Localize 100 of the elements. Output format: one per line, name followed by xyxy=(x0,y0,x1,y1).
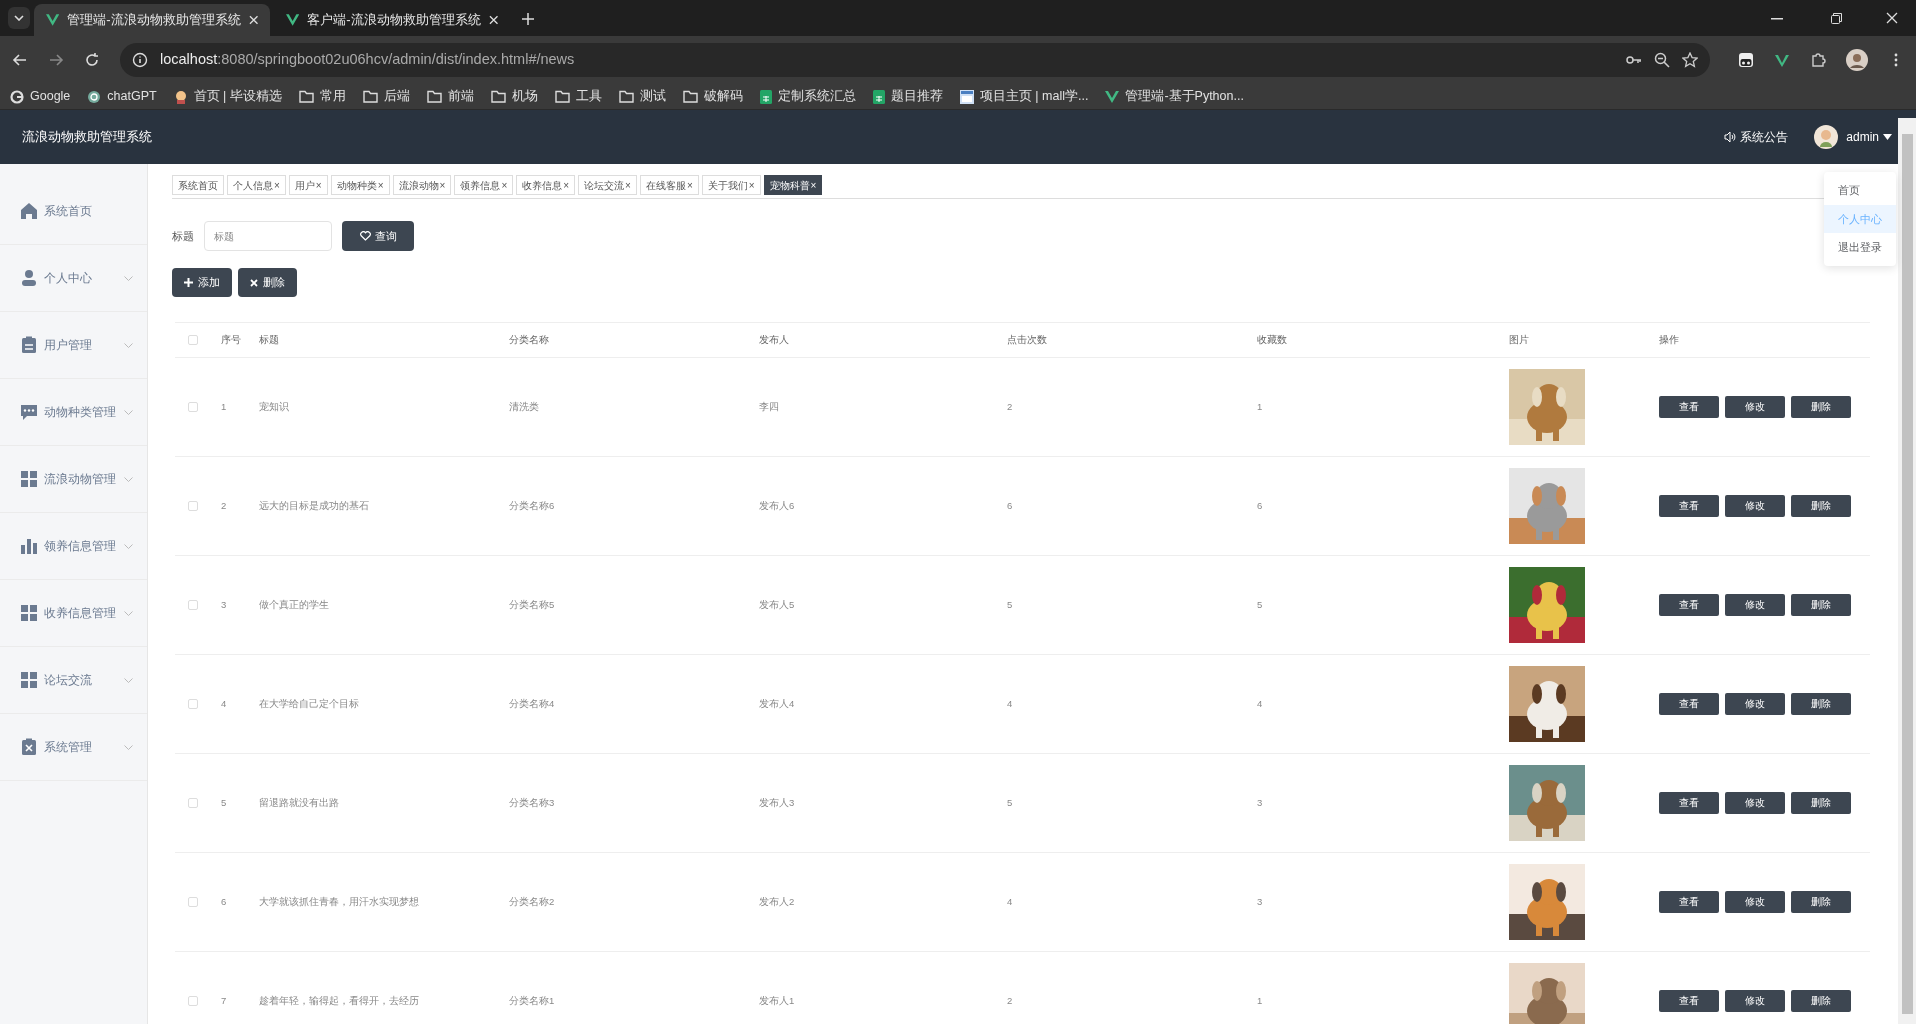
checkbox[interactable] xyxy=(188,798,198,808)
page-tag[interactable]: 宠物科普× xyxy=(763,175,823,195)
browser-tab[interactable]: 管理端-流浪动物救助管理系统 xyxy=(34,4,270,36)
row-action-button[interactable]: 修改 xyxy=(1725,990,1785,1012)
checkbox[interactable] xyxy=(188,996,198,1006)
site-info-icon[interactable] xyxy=(132,52,148,68)
forward-icon[interactable] xyxy=(48,52,64,68)
browser-tab[interactable]: 客户端-流浪动物救助管理系统 xyxy=(274,4,510,36)
bookmark[interactable]: 定制系统汇总 xyxy=(759,87,856,106)
page-tag[interactable]: 系统首页 xyxy=(172,175,224,195)
page-tag[interactable]: 流浪动物× xyxy=(392,175,452,195)
row-action-button[interactable]: 删除 xyxy=(1791,495,1851,517)
back-icon[interactable] xyxy=(12,52,28,68)
bookmark[interactable]: chatGPT xyxy=(87,87,157,106)
row-action-button[interactable]: 修改 xyxy=(1725,594,1785,616)
page-tag[interactable]: 个人信息× xyxy=(227,175,286,195)
row-action-button[interactable]: 查看 xyxy=(1659,792,1719,814)
bookmark[interactable]: Google xyxy=(10,87,71,106)
row-action-button[interactable]: 删除 xyxy=(1791,594,1851,616)
table-cell: 6 xyxy=(1257,499,1263,511)
bookmark[interactable]: 破解码 xyxy=(682,87,743,106)
row-action-button[interactable]: 查看 xyxy=(1659,891,1719,913)
sidebar-item[interactable]: 用户管理 xyxy=(0,312,147,379)
page-tag[interactable]: 在线客服× xyxy=(639,175,699,195)
checkbox[interactable] xyxy=(188,897,198,907)
bookmark[interactable]: 前端 xyxy=(426,87,474,106)
extensions-puzzle-icon[interactable] xyxy=(1810,52,1826,68)
table-cell: 大学就该抓住青春，用汗水实现梦想 xyxy=(259,895,419,907)
delete-button[interactable]: 删除 xyxy=(238,268,297,297)
checkbox[interactable] xyxy=(188,699,198,709)
page-tag[interactable]: 动物种类× xyxy=(330,175,390,195)
profile-avatar-icon[interactable] xyxy=(1846,49,1868,71)
row-action-button[interactable]: 修改 xyxy=(1725,891,1785,913)
user-avatar-icon[interactable] xyxy=(1814,125,1839,149)
page-tag[interactable]: 用户× xyxy=(288,175,328,195)
row-action-button[interactable]: 查看 xyxy=(1659,990,1719,1012)
sidebar-item[interactable]: 收养信息管理 xyxy=(0,580,147,647)
row-action-button[interactable]: 删除 xyxy=(1791,792,1851,814)
checkbox[interactable] xyxy=(188,600,198,610)
page-tag[interactable]: 领养信息× xyxy=(454,175,514,195)
dropdown-item[interactable]: 首页 xyxy=(1824,176,1896,205)
close-icon[interactable] xyxy=(248,15,258,25)
restore-icon[interactable] xyxy=(1831,13,1842,24)
row-action-button[interactable]: 查看 xyxy=(1659,594,1719,616)
sidebar-item[interactable]: 系统首页 xyxy=(0,178,147,245)
bookmark[interactable]: 机场 xyxy=(490,87,538,106)
bookmark[interactable]: 项目主页 | mall学... xyxy=(959,87,1089,106)
sidebar-item[interactable]: 个人中心 xyxy=(0,245,147,312)
bookmark[interactable]: 后端 xyxy=(362,87,410,106)
checkbox[interactable] xyxy=(188,402,198,412)
sidebar-item[interactable]: 流浪动物管理 xyxy=(0,446,147,513)
bookmark[interactable]: 测试 xyxy=(618,87,666,106)
sidebar-item[interactable]: 系统管理 xyxy=(0,714,147,781)
row-action-button[interactable]: 修改 xyxy=(1725,792,1785,814)
minimize-icon[interactable] xyxy=(1771,18,1783,20)
checkbox[interactable] xyxy=(188,501,198,511)
reload-icon[interactable] xyxy=(84,52,100,68)
zoom-out-icon[interactable] xyxy=(1654,52,1670,68)
dropdown-item[interactable]: 退出登录 xyxy=(1824,233,1896,262)
table-cell: 5 xyxy=(1007,796,1013,808)
clipboard-icon xyxy=(20,336,38,354)
bookmark[interactable]: 题目推荐 xyxy=(872,87,943,106)
close-icon[interactable] xyxy=(488,15,498,25)
checkbox[interactable] xyxy=(188,335,198,345)
table-cell: 做个真正的学生 xyxy=(259,598,329,610)
scrollbar[interactable] xyxy=(1898,118,1916,1024)
new-tab-icon[interactable] xyxy=(522,13,534,25)
tab-list-button[interactable] xyxy=(8,7,30,29)
row-action-button[interactable]: 修改 xyxy=(1725,396,1785,418)
row-action-button[interactable]: 删除 xyxy=(1791,396,1851,418)
table-cell: 1 xyxy=(1257,994,1263,1006)
close-window-icon[interactable] xyxy=(1886,12,1898,24)
bookmark[interactable]: 管理端-基于Python... xyxy=(1105,87,1244,106)
row-action-button[interactable]: 查看 xyxy=(1659,693,1719,715)
bookmark-star-icon[interactable] xyxy=(1682,52,1698,68)
row-action-button[interactable]: 删除 xyxy=(1791,990,1851,1012)
sidebar-item[interactable]: 论坛交流 xyxy=(0,647,147,714)
vue-devtools-icon[interactable] xyxy=(1774,52,1790,68)
user-menu-button[interactable]: admin xyxy=(1846,128,1892,146)
notice-link[interactable]: 系统公告 xyxy=(1724,128,1789,146)
extension-face-icon[interactable] xyxy=(1738,52,1754,68)
page-tag[interactable]: 收养信息× xyxy=(516,175,576,195)
row-action-button[interactable]: 删除 xyxy=(1791,891,1851,913)
bookmark[interactable]: 首页 | 毕设精选 xyxy=(173,87,282,106)
search-button[interactable]: 查询 xyxy=(342,221,414,251)
page-tag[interactable]: 关于我们× xyxy=(701,175,761,195)
address-bar[interactable]: localhost:8080/springboot02u06hcv/admin/dist/index.html#/news xyxy=(120,43,1710,77)
bookmark[interactable]: 常用 xyxy=(298,87,346,106)
page-tag[interactable]: 论坛交流× xyxy=(578,175,637,195)
sidebar-item[interactable]: 领养信息管理 xyxy=(0,513,147,580)
row-action-button[interactable]: 查看 xyxy=(1659,495,1719,517)
row-action-button[interactable]: 修改 xyxy=(1725,495,1785,517)
row-action-button[interactable]: 查看 xyxy=(1659,396,1719,418)
add-button[interactable]: 添加 xyxy=(172,268,232,297)
bookmark[interactable]: 工具 xyxy=(554,87,602,106)
vue-logo-icon xyxy=(286,14,300,26)
title-input[interactable]: 标题 xyxy=(204,221,332,251)
row-action-button[interactable]: 删除 xyxy=(1791,693,1851,715)
row-action-button[interactable]: 修改 xyxy=(1725,693,1785,715)
sidebar-item[interactable]: 动物种类管理 xyxy=(0,379,147,446)
